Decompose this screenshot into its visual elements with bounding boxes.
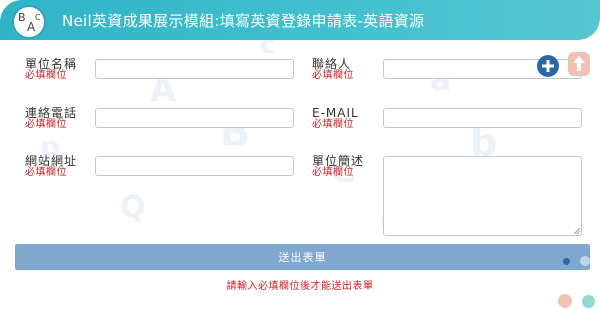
scroll-top-button[interactable] (568, 52, 590, 76)
decor-dot (563, 258, 570, 265)
required-note: 必填欄位 (312, 167, 354, 178)
website-input[interactable] (95, 156, 294, 176)
email-input[interactable] (383, 108, 582, 128)
header-bar: B A C Neil英資成果展示模組:填寫英資登錄申請表-英語資源 (0, 0, 600, 40)
required-note: 必填欄位 (25, 70, 67, 81)
description-textarea[interactable] (383, 156, 582, 236)
required-note: 必填欄位 (312, 119, 354, 130)
required-note: 必填欄位 (312, 70, 354, 81)
page-title: Neil英資成果展示模組:填寫英資登錄申請表-英語資源 (62, 12, 425, 30)
submit-button[interactable]: 送出表單 (15, 244, 590, 270)
required-note: 必填欄位 (25, 119, 67, 130)
unit-name-input[interactable] (95, 59, 294, 79)
decor-dot (558, 294, 572, 308)
required-note: 必填欄位 (25, 167, 67, 178)
add-contact-button[interactable] (537, 55, 559, 77)
decor-dot (582, 295, 595, 308)
required-notice: 請輸入必填欄位後才能送出表單 (226, 281, 374, 292)
plus-circle-icon (542, 60, 554, 72)
logo-letter: B (18, 11, 26, 24)
phone-input[interactable] (95, 108, 294, 128)
logo-letter: A (27, 20, 36, 34)
logo-letter: C (35, 13, 41, 22)
decor-dot (580, 256, 590, 266)
logo-icon: B A C (12, 5, 46, 39)
arrow-up-icon (573, 56, 585, 71)
